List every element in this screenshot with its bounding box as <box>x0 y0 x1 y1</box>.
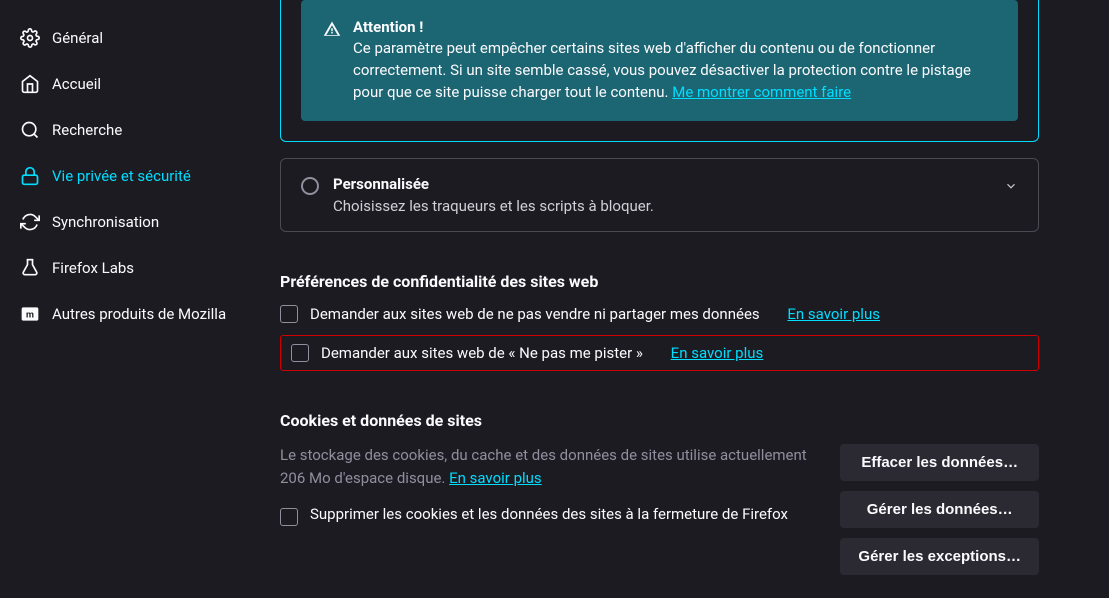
sidebar-item-home[interactable]: Accueil <box>10 64 250 104</box>
learn-more-link[interactable]: En savoir plus <box>787 305 880 323</box>
svg-text:m: m <box>26 310 34 320</box>
checkbox-do-not-track[interactable] <box>291 344 309 362</box>
clear-data-button[interactable]: Effacer les données… <box>840 444 1039 481</box>
search-icon <box>20 120 40 140</box>
sidebar-item-mozilla[interactable]: m Autres produits de Mozilla <box>10 294 250 334</box>
radio-custom[interactable] <box>301 177 319 195</box>
sidebar-item-label: Recherche <box>52 121 122 139</box>
checkbox-row-do-not-sell: Demander aux sites web de ne pas vendre … <box>280 305 1039 323</box>
sidebar-item-label: Synchronisation <box>52 213 159 231</box>
custom-title: Personnalisée <box>333 175 990 193</box>
manage-data-button[interactable]: Gérer les données… <box>840 491 1039 528</box>
sidebar-item-general[interactable]: Général <box>10 18 250 58</box>
manage-exceptions-button[interactable]: Gérer les exceptions… <box>840 538 1039 575</box>
warning-text: Ce paramètre peut empêcher certains site… <box>353 38 996 103</box>
sidebar-item-search[interactable]: Recherche <box>10 110 250 150</box>
warning-icon <box>323 20 341 103</box>
gear-icon <box>20 28 40 48</box>
checkbox-row-delete-on-close: Supprimer les cookies et les données des… <box>280 505 820 526</box>
sidebar-item-label: Accueil <box>52 75 101 93</box>
warning-box: Attention ! Ce paramètre peut empêcher c… <box>301 0 1018 121</box>
learn-more-link[interactable]: En savoir plus <box>671 344 764 362</box>
checkbox-label: Demander aux sites web de « Ne pas me pi… <box>321 344 643 362</box>
lock-icon <box>20 166 40 186</box>
checkbox-delete-on-close[interactable] <box>280 508 298 526</box>
warning-link[interactable]: Me montrer comment faire <box>672 83 851 101</box>
chevron-down-icon <box>1004 179 1018 197</box>
sync-icon <box>20 212 40 232</box>
sidebar-item-label: Autres produits de Mozilla <box>52 305 226 323</box>
checkbox-label: Demander aux sites web de ne pas vendre … <box>310 305 760 323</box>
highlighted-do-not-track: Demander aux sites web de « Ne pas me pi… <box>280 335 1039 371</box>
learn-more-link[interactable]: En savoir plus <box>449 469 542 487</box>
home-icon <box>20 74 40 94</box>
sidebar-item-label: Général <box>52 29 103 47</box>
sidebar-item-privacy[interactable]: Vie privée et sécurité <box>10 156 250 196</box>
sidebar-item-labs[interactable]: Firefox Labs <box>10 248 250 288</box>
sidebar-item-label: Vie privée et sécurité <box>52 167 191 185</box>
sidebar-item-sync[interactable]: Synchronisation <box>10 202 250 242</box>
checkbox-do-not-sell[interactable] <box>280 305 298 323</box>
main-content: Attention ! Ce paramètre peut empêcher c… <box>260 0 1109 598</box>
warning-title: Attention ! <box>353 18 996 36</box>
custom-protection-card[interactable]: Personnalisée Choisissez les traqueurs e… <box>280 158 1039 232</box>
checkbox-label: Supprimer les cookies et les données des… <box>310 505 788 523</box>
warning-content: Attention ! Ce paramètre peut empêcher c… <box>353 18 996 103</box>
sidebar: Général Accueil Recherche Vie privée et … <box>0 0 260 598</box>
mozilla-icon: m <box>20 304 40 324</box>
cookies-section: Le stockage des cookies, du cache et des… <box>280 444 1039 575</box>
flask-icon <box>20 258 40 278</box>
cookies-title: Cookies et données de sites <box>280 411 1039 430</box>
cookies-desc: Le stockage des cookies, du cache et des… <box>280 444 820 489</box>
strict-mode-panel: Attention ! Ce paramètre peut empêcher c… <box>280 0 1039 142</box>
custom-desc: Choisissez les traqueurs et les scripts … <box>333 197 990 215</box>
sidebar-item-label: Firefox Labs <box>52 259 134 277</box>
privacy-prefs-title: Préférences de confidentialité des sites… <box>280 272 1039 291</box>
